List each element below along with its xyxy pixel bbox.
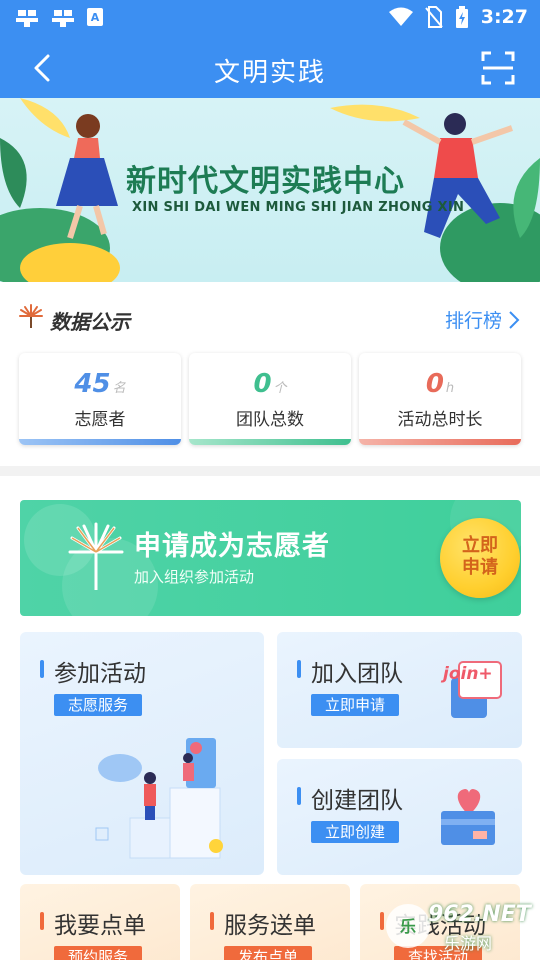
card-title: 服务送单 bbox=[224, 913, 316, 939]
card-title: 参加活动 bbox=[54, 661, 146, 687]
stat-activity-hours[interactable]: 0h 活动总时长 bbox=[359, 353, 521, 445]
section-divider bbox=[0, 466, 540, 476]
stat-value: 0 bbox=[253, 369, 272, 399]
card-title: 我要点单 bbox=[54, 913, 146, 939]
no-sim-icon bbox=[424, 6, 443, 28]
apply-now-button-label: 立即申请 bbox=[462, 535, 498, 578]
order-service-card[interactable]: 我要点单 预约服务 bbox=[20, 884, 180, 960]
create-team-card[interactable]: 创建团队 立即创建 bbox=[277, 759, 522, 875]
apply-title: 申请成为志愿者 bbox=[134, 531, 330, 562]
stat-unit: 个 bbox=[273, 381, 287, 396]
banner-subtitle: XIN SHI DAI WEN MING SHI JIAN ZHONG XIN bbox=[132, 200, 465, 215]
ranking-link[interactable]: 排行榜 bbox=[445, 306, 520, 333]
card-tag-button[interactable]: 立即申请 bbox=[311, 694, 400, 716]
volunteer-activity-illustration bbox=[95, 738, 223, 859]
battery-icon bbox=[455, 6, 468, 28]
status-bar: A 3:27 bbox=[0, 0, 540, 36]
stat-label: 志愿者 bbox=[74, 410, 126, 430]
translate-icon: A bbox=[87, 8, 103, 26]
civilization-logo-icon bbox=[19, 304, 43, 328]
stat-value: 45 bbox=[74, 369, 111, 399]
join-badge-text: join+ bbox=[443, 664, 493, 684]
card-accent-bar bbox=[297, 787, 301, 805]
stat-label: 活动总时长 bbox=[397, 410, 483, 430]
bug-icon bbox=[52, 10, 74, 27]
card-accent-bar bbox=[40, 660, 44, 678]
heart-card-icon bbox=[441, 789, 495, 845]
page-title: 文明实践 bbox=[213, 58, 326, 88]
site-watermark: 乐 962.NET 乐游网 bbox=[384, 898, 534, 954]
card-title: 创建团队 bbox=[311, 788, 403, 814]
stat-teams[interactable]: 0个 团队总数 bbox=[189, 353, 351, 445]
card-accent-bar bbox=[297, 660, 301, 678]
card-tag-button[interactable]: 发布点单 bbox=[224, 946, 313, 960]
apply-volunteer-banner[interactable]: 申请成为志愿者 加入组织参加活动 立即申请 bbox=[20, 500, 521, 616]
wifi-icon bbox=[388, 7, 413, 26]
stat-accent-bar bbox=[189, 439, 351, 445]
deliver-service-card[interactable]: 服务送单 发布点单 bbox=[190, 884, 350, 960]
data-section-header: 数据公示 排行榜 bbox=[0, 294, 540, 342]
card-accent-bar bbox=[210, 912, 214, 930]
scan-icon[interactable] bbox=[480, 50, 516, 86]
stat-unit: h bbox=[445, 381, 455, 396]
watermark-sub: 乐游网 bbox=[444, 934, 493, 953]
card-accent-bar bbox=[40, 912, 44, 930]
apply-subtitle: 加入组织参加活动 bbox=[134, 568, 255, 586]
card-tag-button[interactable]: 志愿服务 bbox=[54, 694, 143, 716]
stat-unit: 名 bbox=[112, 381, 126, 396]
stat-value: 0 bbox=[425, 369, 444, 399]
hero-banner[interactable]: 新时代文明实践中心 XIN SHI DAI WEN MING SHI JIAN … bbox=[0, 98, 540, 282]
join-activity-card[interactable]: 参加活动 志愿服务 bbox=[20, 632, 264, 875]
card-tag-button[interactable]: 立即创建 bbox=[311, 821, 400, 843]
svg-text:A: A bbox=[91, 11, 100, 24]
card-tag-button[interactable]: 预约服务 bbox=[54, 946, 143, 960]
app-header: 文明实践 bbox=[0, 36, 540, 98]
watermark-brand: 962.NET bbox=[428, 902, 531, 927]
data-section-title: 数据公示 bbox=[50, 310, 130, 334]
join-team-card[interactable]: 加入团队 立即申请 join+ bbox=[277, 632, 522, 748]
bug-icon bbox=[16, 10, 38, 27]
stat-accent-bar bbox=[359, 439, 521, 445]
stat-label: 团队总数 bbox=[236, 410, 304, 430]
status-time: 3:27 bbox=[480, 6, 528, 28]
stat-accent-bar bbox=[19, 439, 181, 445]
stat-volunteers[interactable]: 45 名 志愿者 bbox=[19, 353, 181, 445]
chevron-right-icon bbox=[509, 310, 520, 329]
ranking-link-label: 排行榜 bbox=[444, 310, 502, 332]
apply-now-button[interactable]: 立即申请 bbox=[440, 518, 520, 598]
svg-text:乐: 乐 bbox=[400, 917, 416, 936]
banner-title: 新时代文明实践中心 bbox=[126, 164, 405, 199]
civilization-logo-icon bbox=[68, 522, 124, 590]
card-title: 加入团队 bbox=[311, 661, 403, 687]
